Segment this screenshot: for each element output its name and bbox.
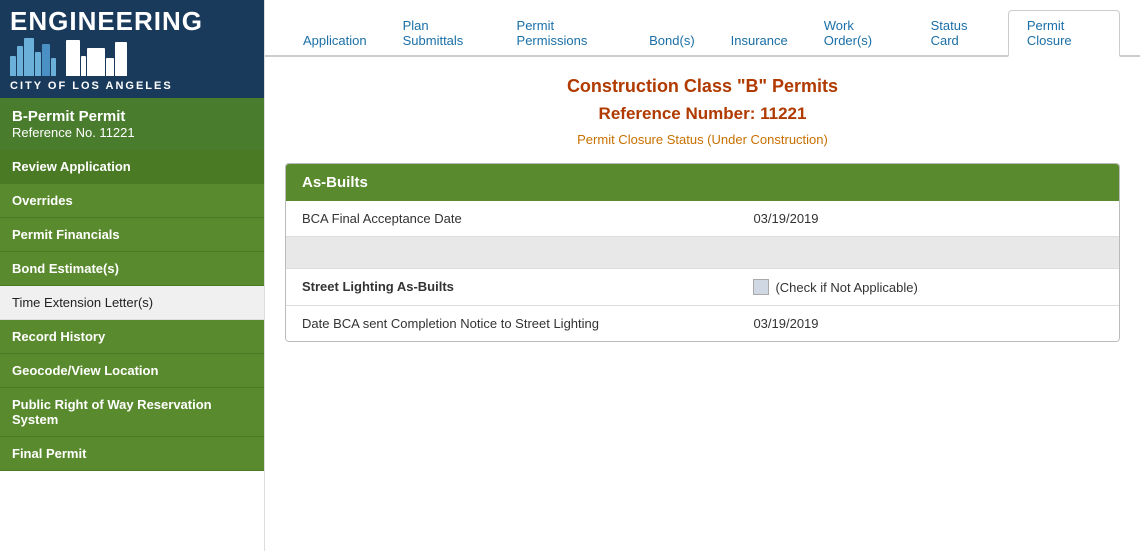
logo-bld-4 — [106, 58, 114, 76]
sidebar-item-public-right[interactable]: Public Right of Way Reservation System — [0, 388, 264, 437]
permit-title: B-Permit Permit — [12, 108, 252, 125]
table-row: BCA Final Acceptance Date 03/19/2019 — [286, 201, 1119, 237]
tab-insurance[interactable]: Insurance — [713, 26, 806, 57]
cell-street-lighting-label: Street Lighting As-Builts — [286, 269, 737, 305]
logo-bld-5 — [115, 42, 127, 76]
cell-empty-1 — [286, 237, 703, 268]
engineering-text: ENGINEERING — [10, 8, 203, 34]
permit-status: Permit Closure Status (Under Constructio… — [285, 132, 1120, 147]
tab-work-orders[interactable]: Work Order(s) — [806, 11, 913, 57]
as-builts-section: As-Builts BCA Final Acceptance Date 03/1… — [285, 163, 1120, 342]
tab-application[interactable]: Application — [285, 26, 385, 57]
tab-plan-submittals[interactable]: Plan Submittals — [385, 11, 499, 57]
checkbox-area: (Check if Not Applicable) — [753, 279, 1103, 295]
sidebar-navigation: Review Application Overrides Permit Fina… — [0, 150, 264, 471]
sidebar-item-final-permit[interactable]: Final Permit — [0, 437, 264, 471]
logo-bar-6 — [51, 58, 56, 76]
tabs-bar: Application Plan Submittals Permit Permi… — [265, 0, 1140, 57]
logo-bar-2 — [17, 46, 23, 76]
tab-permit-closure[interactable]: Permit Closure — [1008, 10, 1120, 57]
as-builts-table: BCA Final Acceptance Date 03/19/2019 Str… — [286, 201, 1119, 341]
sidebar-item-time-extension[interactable]: Time Extension Letter(s) — [0, 286, 264, 320]
logo-area: ENGINEERING CITY OF LOS ANGELES — [0, 0, 264, 98]
sidebar-item-bond-estimate[interactable]: Bond Estimate(s) — [0, 252, 264, 286]
logo-bld-3 — [87, 48, 105, 76]
table-row-street-lighting: Street Lighting As-Builts (Check if Not … — [286, 269, 1119, 306]
content-area: Construction Class "B" Permits Reference… — [265, 57, 1140, 358]
section-header: As-Builts — [286, 164, 1119, 201]
logo-graphic — [10, 34, 254, 78]
tab-permit-permissions[interactable]: Permit Permissions — [499, 11, 632, 57]
cell-date-bca-value: 03/19/2019 — [737, 306, 1119, 341]
sidebar: ENGINEERING CITY OF LOS ANGELES — [0, 0, 265, 551]
sidebar-item-review-application[interactable]: Review Application — [0, 150, 264, 184]
logo-bar-5 — [42, 44, 50, 76]
table-row-date-bca: Date BCA sent Completion Notice to Stree… — [286, 306, 1119, 341]
sidebar-item-geocode[interactable]: Geocode/View Location — [0, 354, 264, 388]
cell-bca-value: 03/19/2019 — [737, 201, 1119, 236]
logo-bld-1 — [66, 40, 80, 76]
cell-street-lighting-value: (Check if Not Applicable) — [737, 269, 1119, 305]
sidebar-item-overrides[interactable]: Overrides — [0, 184, 264, 218]
logo-bar-1 — [10, 56, 16, 76]
not-applicable-checkbox[interactable] — [753, 279, 769, 295]
cell-empty-2 — [703, 237, 1120, 268]
tab-bonds[interactable]: Bond(s) — [631, 26, 713, 57]
permit-ref: Reference No. 11221 — [12, 125, 252, 140]
table-row-shaded — [286, 237, 1119, 269]
main-content: Application Plan Submittals Permit Permi… — [265, 0, 1140, 551]
page-title: Construction Class "B" Permits — [285, 73, 1120, 100]
sidebar-item-record-history[interactable]: Record History — [0, 320, 264, 354]
cell-bca-label: BCA Final Acceptance Date — [286, 201, 737, 236]
permit-header: B-Permit Permit Reference No. 11221 — [0, 98, 264, 150]
logo-bar-3 — [24, 38, 34, 76]
logo-bar-4 — [35, 52, 41, 76]
city-text: CITY OF LOS ANGELES — [10, 80, 254, 92]
checkbox-label: (Check if Not Applicable) — [775, 280, 917, 295]
logo-bld-2 — [81, 56, 86, 76]
reference-number: Reference Number: 11221 — [285, 104, 1120, 124]
cell-date-bca-label: Date BCA sent Completion Notice to Stree… — [286, 306, 737, 341]
tab-status-card[interactable]: Status Card — [913, 11, 1008, 57]
sidebar-item-permit-financials[interactable]: Permit Financials — [0, 218, 264, 252]
